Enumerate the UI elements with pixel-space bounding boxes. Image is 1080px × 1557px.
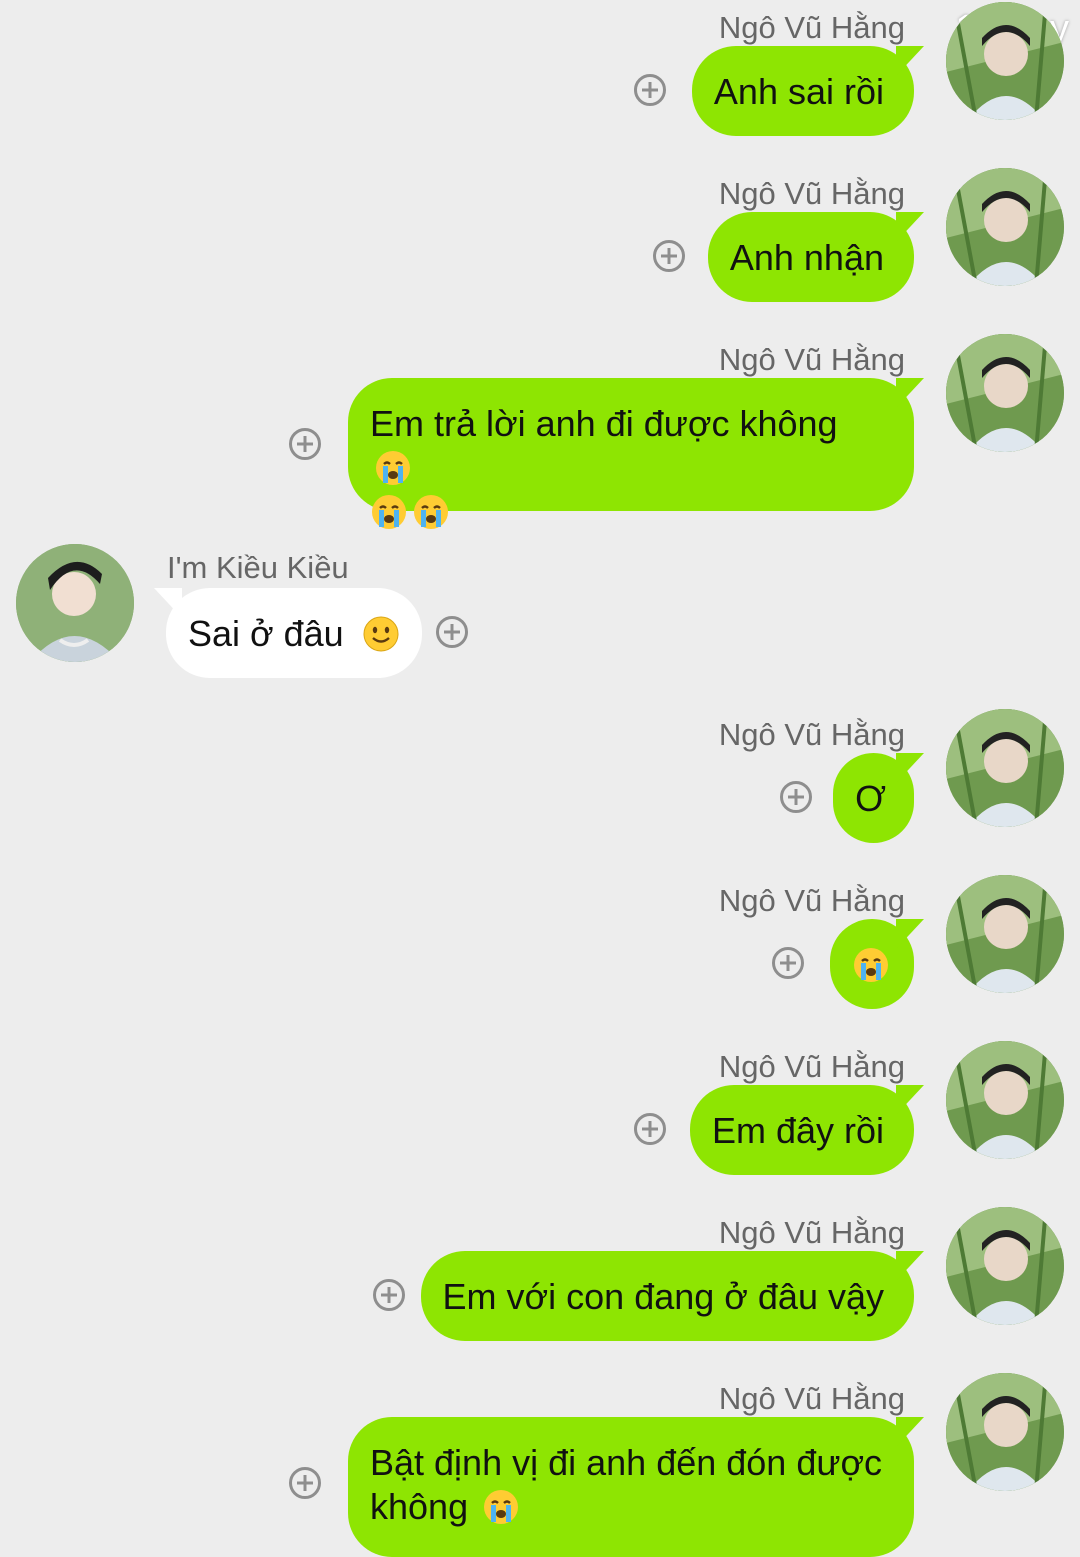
- add-reaction-icon[interactable]: [634, 74, 666, 106]
- sender-name: Ngô Vũ Hằng: [718, 10, 905, 45]
- sender-name: Ngô Vũ Hằng: [718, 342, 905, 377]
- avatar[interactable]: [946, 875, 1064, 993]
- message-bubble[interactable]: Em trả lời anh đi được không: [348, 378, 914, 529]
- message-text: Em trả lời anh đi được không: [370, 403, 838, 444]
- message-bubble[interactable]: Anh nhận: [707, 212, 914, 302]
- message-text: Anh nhận: [729, 237, 884, 278]
- crying-face-icon: [412, 493, 450, 531]
- avatar[interactable]: [946, 1207, 1064, 1325]
- message-bubble[interactable]: Em đây rồi: [689, 1085, 914, 1175]
- sender-name: Ngô Vũ Hằng: [718, 1215, 905, 1250]
- message-text: Anh sai rồi: [713, 71, 884, 112]
- crying-face-icon: [852, 946, 890, 984]
- sender-name: Ngô Vũ Hằng: [718, 717, 905, 752]
- add-reaction-icon[interactable]: [436, 616, 468, 648]
- sender-name: Ngô Vũ Hằng: [718, 883, 905, 918]
- avatar[interactable]: [946, 334, 1064, 452]
- message-text: Bật định vị đi anh đến đón được: [370, 1442, 883, 1483]
- message-text-line2: không: [370, 1486, 469, 1527]
- add-reaction-icon[interactable]: [634, 1113, 666, 1145]
- avatar[interactable]: [946, 1041, 1064, 1159]
- message-text: Em với con đang ở đâu vậy: [442, 1276, 884, 1317]
- add-reaction-icon[interactable]: [772, 947, 804, 979]
- avatar[interactable]: [946, 1373, 1064, 1491]
- sender-name: Ngô Vũ Hằng: [718, 1049, 905, 1084]
- crying-face-icon: [482, 1488, 520, 1526]
- add-reaction-icon[interactable]: [780, 781, 812, 813]
- slightly-smiling-face-icon: [362, 615, 400, 653]
- add-reaction-icon[interactable]: [289, 428, 321, 460]
- sender-name: I'm Kiều Kiều: [167, 550, 349, 585]
- add-reaction-icon[interactable]: [373, 1279, 405, 1311]
- avatar[interactable]: [946, 2, 1064, 120]
- add-reaction-icon[interactable]: [653, 240, 685, 272]
- message-bubble[interactable]: Em với con đang ở đâu vậy: [420, 1251, 914, 1341]
- crying-face-icon: [370, 493, 408, 531]
- avatar[interactable]: [946, 168, 1064, 286]
- crying-face-icon: [374, 449, 412, 487]
- sender-name: Ngô Vũ Hằng: [718, 176, 905, 211]
- message-bubble[interactable]: Sai ở đâu: [166, 588, 422, 678]
- message-text: Ơ: [855, 778, 886, 819]
- avatar[interactable]: [946, 709, 1064, 827]
- message-text: Em đây rồi: [711, 1110, 884, 1151]
- message-bubble[interactable]: [830, 919, 914, 1009]
- avatar[interactable]: [16, 544, 134, 662]
- add-reaction-icon[interactable]: [289, 1467, 321, 1499]
- message-bubble[interactable]: Anh sai rồi: [691, 46, 914, 136]
- message-text: Sai ở đâu: [188, 613, 344, 654]
- sender-name: Ngô Vũ Hằng: [718, 1381, 905, 1416]
- message-bubble[interactable]: Ơ: [833, 753, 914, 843]
- message-bubble[interactable]: Bật định vị đi anh đến đón được không: [348, 1417, 914, 1557]
- chat-conversation: 116 joy Ngô Vũ Hằng Anh sai rồi Ngô Vũ H…: [0, 0, 1080, 1557]
